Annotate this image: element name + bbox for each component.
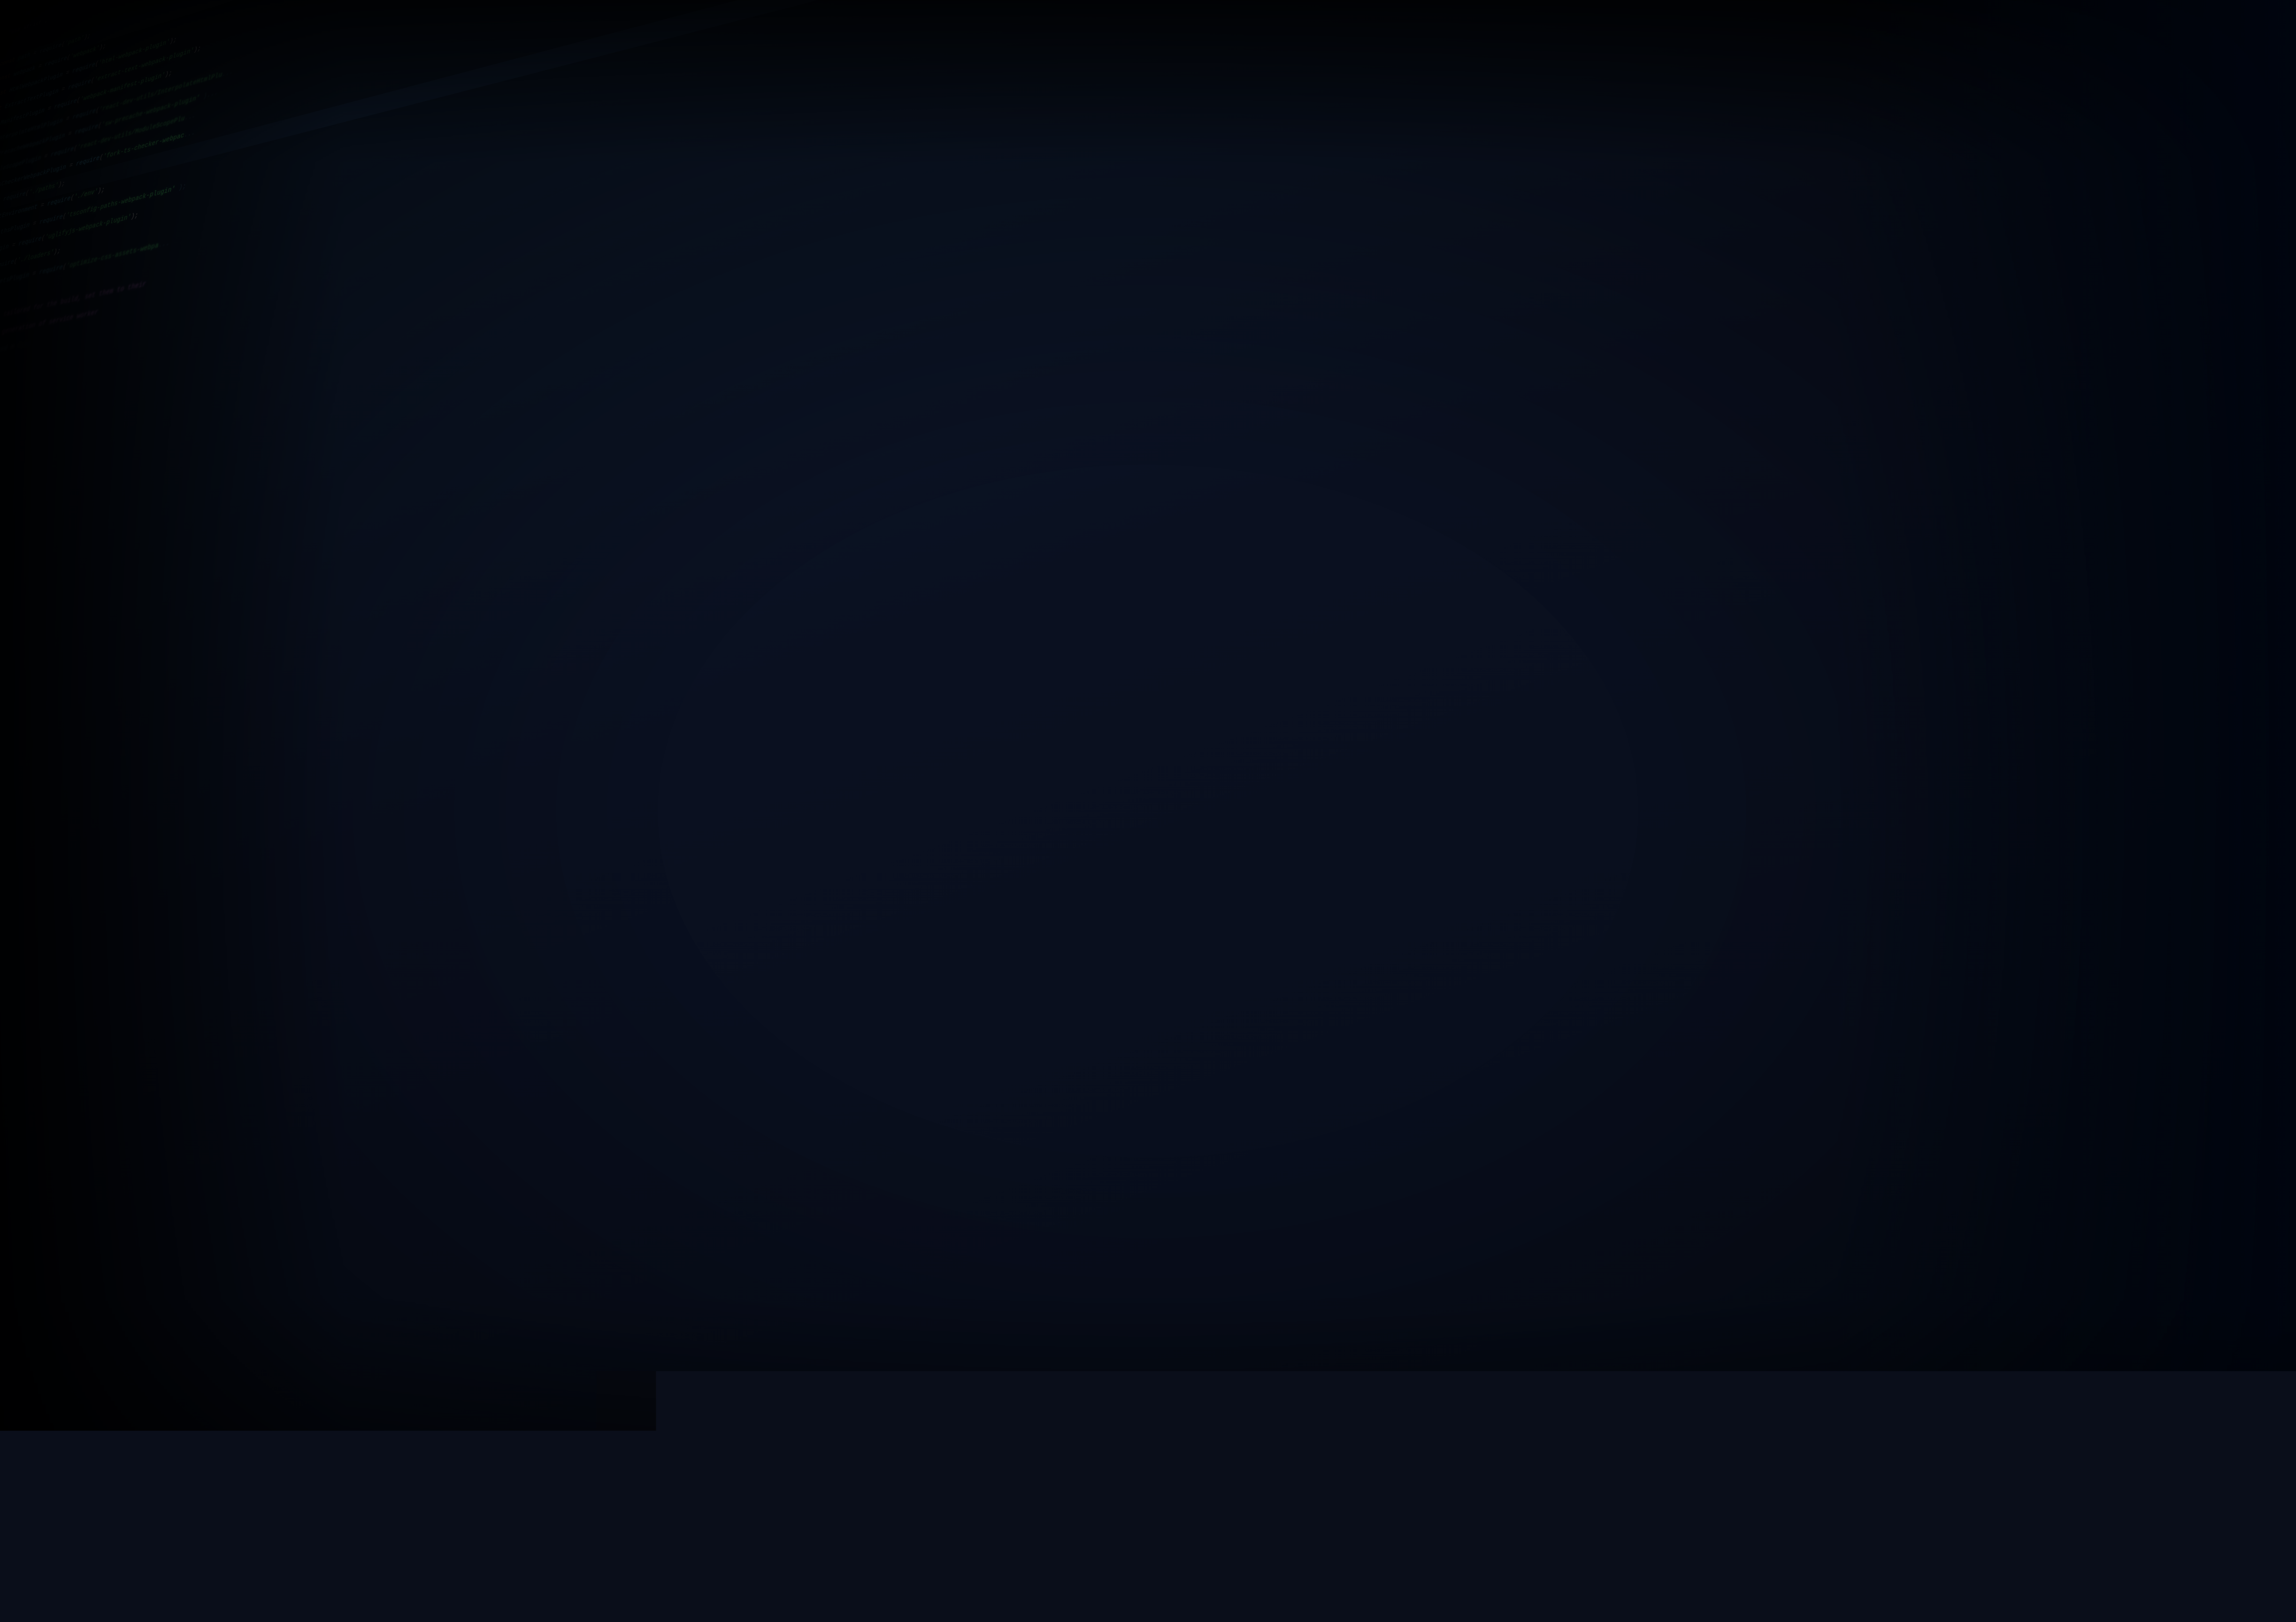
code-content: 1config > 2'use strict';34const path = r…: [0, 0, 2296, 386]
token: ...: [183, 128, 196, 139]
token: ...: [221, 68, 234, 79]
code-view: webpack.config.prod.js You, 3 months ago…: [0, 0, 2296, 1622]
token: );: [174, 182, 187, 193]
token: fals: [16, 339, 31, 350]
tab-dot: [21, 0, 24, 1]
token: ...: [184, 111, 196, 122]
editor-container: webpack.config.prod.js You, 3 months ago…: [0, 0, 2296, 1622]
token: ...: [158, 239, 171, 250]
line-number: 3: [0, 44, 5, 57]
token: path: [17, 51, 31, 62]
line-content: const serviceWorkerIsEnabled = fals: [0, 338, 32, 372]
